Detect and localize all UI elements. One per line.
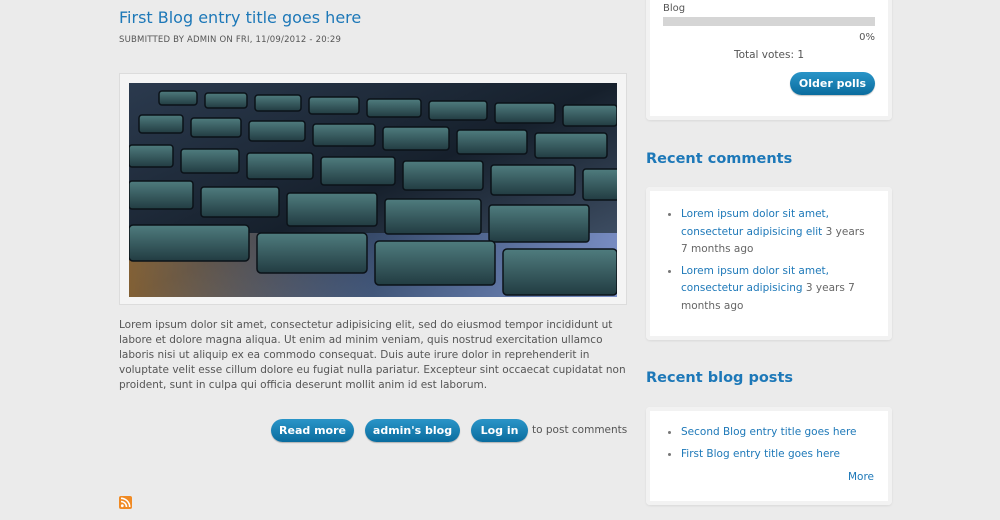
article-image-frame xyxy=(119,73,627,305)
poll-result-bar xyxy=(663,17,875,26)
admins-blog-button[interactable]: admin's blog xyxy=(365,419,460,442)
poll-percent: 0% xyxy=(859,32,875,43)
older-polls-button[interactable]: Older polls xyxy=(790,72,875,95)
list-item: Lorem ipsum dolor sit amet, consectetur … xyxy=(668,206,868,259)
list-item: Second Blog entry title goes here xyxy=(668,424,868,442)
more-link[interactable]: More xyxy=(848,471,874,483)
laptop-keyboard-image xyxy=(129,83,617,297)
poll-choice-label: Blog xyxy=(663,3,686,14)
article-body: Lorem ipsum dolor sit amet, consectetur … xyxy=(119,319,626,392)
recent-comments-list: Lorem ipsum dolor sit amet, consectetur … xyxy=(668,206,868,319)
recent-blog-posts-title: Recent blog posts xyxy=(646,370,794,386)
poll-total-votes: Total votes: 1 xyxy=(733,49,805,61)
blog-post-link[interactable]: First Blog entry title goes here xyxy=(681,448,840,460)
list-item: Lorem ipsum dolor sit amet, consectetur … xyxy=(668,263,868,316)
submitted-info: SUBMITTED BY ADMIN ON FRI, 11/09/2012 - … xyxy=(119,35,342,45)
article-links: Read more admin's blog Log in to post co… xyxy=(119,419,627,443)
article-title-link[interactable]: First Blog entry title goes here xyxy=(119,8,361,27)
list-item: First Blog entry title goes here xyxy=(668,446,868,464)
recent-comments-title: Recent comments xyxy=(646,151,793,167)
recent-comments-block: Lorem ipsum dolor sit amet, consectetur … xyxy=(646,187,892,340)
rss-feed-icon[interactable] xyxy=(119,494,132,509)
log-in-button[interactable]: Log in xyxy=(471,419,528,442)
read-more-button[interactable]: Read more xyxy=(271,419,354,442)
poll-block: Blog 0% Total votes: 1 Older polls xyxy=(646,0,892,120)
recent-blog-posts-block: Second Blog entry title goes here First … xyxy=(646,407,892,505)
post-comments-text: to post comments xyxy=(532,424,628,436)
blog-post-link[interactable]: Second Blog entry title goes here xyxy=(681,426,857,438)
recent-posts-list: Second Blog entry title goes here First … xyxy=(668,424,868,467)
comment-link[interactable]: Lorem ipsum dolor sit amet, consectetur … xyxy=(681,208,829,238)
